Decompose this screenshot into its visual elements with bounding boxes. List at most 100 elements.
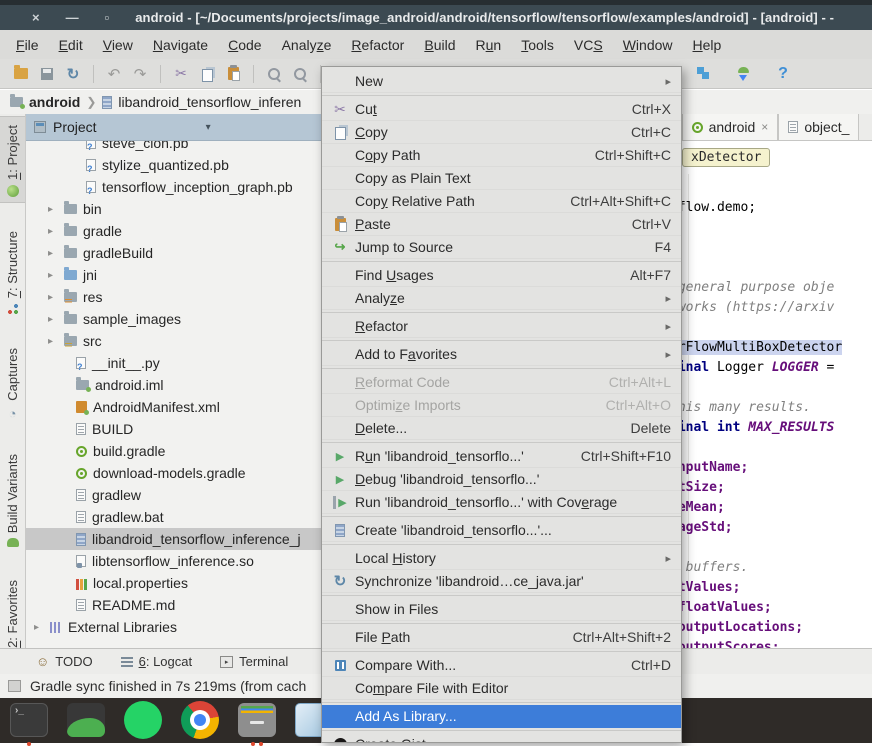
menu-run[interactable]: Run (466, 37, 512, 53)
context-menu-item-copy-path[interactable]: Copy PathCtrl+Shift+C (322, 144, 681, 167)
toolwindow-tab-6-logcat[interactable]: 6: Logcat (121, 654, 193, 669)
context-menu-item-local-history[interactable]: Local History▸ (322, 547, 681, 570)
run-android-button[interactable] (730, 62, 756, 86)
taskbar-app-archive[interactable] (238, 703, 276, 739)
project-view-icon (34, 121, 46, 133)
toolwindow-toggle-icon[interactable] (8, 680, 21, 692)
menu-shortcut: Ctrl+C (631, 124, 671, 140)
context-menu-item-jump-to-source[interactable]: ↪Jump to SourceF4 (322, 236, 681, 259)
window-minimize-button[interactable]: — (66, 10, 79, 25)
toolwindow-tab-terminal[interactable]: Terminal (220, 654, 288, 669)
stripe-tab-7-structure[interactable]: 7: Structure (0, 223, 25, 320)
context-menu-item-run-libandroid-tensorflo-with-coverage[interactable]: ▶Run 'libandroid_tensorflo...' with Cove… (322, 491, 681, 514)
menu-icon-slot: ▶ (330, 450, 350, 463)
save-button[interactable] (34, 62, 60, 86)
redo-button[interactable]: ↷ (127, 62, 153, 86)
context-menu-item-create-libandroid-tensorflo[interactable]: Create 'libandroid_tensorflo...'... (322, 519, 681, 542)
tree-expand-arrow[interactable]: ▸ (48, 336, 58, 347)
undo-button[interactable]: ↶ (101, 62, 127, 86)
context-menu-item-add-as-library[interactable]: Add As Library... (322, 705, 681, 728)
context-menu-label: Show in Files (355, 601, 438, 617)
taskbar-app-terminal[interactable] (10, 703, 48, 739)
context-menu-item-add-to-favorites[interactable]: Add to Favorites▸ (322, 343, 681, 366)
context-menu-item-compare-with[interactable]: Compare With...Ctrl+D (322, 654, 681, 677)
context-menu-item-new[interactable]: New▸ (322, 70, 681, 93)
context-menu-item-create-gist[interactable]: Create Gist... (322, 733, 681, 743)
context-menu-item-paste[interactable]: PasteCtrl+V (322, 213, 681, 236)
menu-edit[interactable]: Edit (49, 37, 93, 53)
context-menu-item-copy-as-plain-text[interactable]: Copy as Plain Text (322, 167, 681, 190)
breadcrumb-file[interactable]: libandroid_tensorflow_inferen (118, 94, 301, 110)
tree-expand-arrow[interactable]: ▸ (48, 270, 58, 281)
open-folder-button[interactable] (8, 62, 34, 86)
menu-analyze[interactable]: Analyze (272, 37, 342, 53)
find-button[interactable] (261, 62, 287, 86)
context-menu-label: Cut (355, 101, 377, 117)
context-menu-item-copy[interactable]: CopyCtrl+C (322, 121, 681, 144)
context-menu-item-cut[interactable]: ✂CutCtrl+X (322, 98, 681, 121)
submenu-arrow-icon: ▸ (665, 348, 671, 361)
tree-expand-arrow[interactable]: ▸ (34, 622, 44, 633)
menu-file[interactable]: File (6, 37, 49, 53)
context-menu-item-synchronize-libandroid-ce-java-jar[interactable]: ↻Synchronize 'libandroid…ce_java.jar' (322, 570, 681, 593)
stripe-tab-1-project[interactable]: 1: Project (0, 116, 25, 203)
menu-icon-slot: ▶ (330, 496, 350, 509)
context-menu-label: Create Gist... (355, 736, 437, 743)
window-close-button[interactable]: × (32, 10, 40, 25)
menu-view[interactable]: View (93, 37, 143, 53)
context-menu-item-delete[interactable]: Delete...Delete (322, 417, 681, 440)
menu-code[interactable]: Code (218, 37, 271, 53)
context-menu-item-analyze[interactable]: Analyze▸ (322, 287, 681, 310)
context-menu-item-find-usages[interactable]: Find UsagesAlt+F7 (322, 264, 681, 287)
tree-expand-arrow[interactable]: ▸ (48, 248, 58, 259)
context-menu-item-run-libandroid-tensorflo[interactable]: ▶Run 'libandroid_tensorflo...'Ctrl+Shift… (322, 445, 681, 468)
toolwindow-tab-label: 6: Logcat (139, 654, 193, 669)
context-menu-item-optimize-imports[interactable]: Optimize ImportsCtrl+Alt+O (322, 394, 681, 417)
tree-expand-arrow[interactable]: ▸ (48, 292, 58, 303)
menu-help[interactable]: Help (683, 37, 732, 53)
menu-refactor[interactable]: Refactor (341, 37, 414, 53)
stripe-tab-captures[interactable]: Captures◔ (0, 340, 25, 426)
code-line: final int MAX_RESULTS (670, 420, 872, 440)
menu-navigate[interactable]: Navigate (143, 37, 218, 53)
context-menu-item-reformat-code[interactable]: Reformat CodeCtrl+Alt+L (322, 371, 681, 394)
menu-build[interactable]: Build (414, 37, 465, 53)
breadcrumb-project[interactable]: android (29, 94, 80, 110)
context-menu-item-debug-libandroid-tensorflo[interactable]: ▶Debug 'libandroid_tensorflo...' (322, 468, 681, 491)
replace-button[interactable] (287, 62, 313, 86)
context-menu-label: File Path (355, 629, 410, 645)
code-line: tworks (https://arxiv (670, 300, 872, 320)
code-element-chip[interactable]: xDetector (682, 148, 770, 167)
tree-expand-arrow[interactable]: ▸ (48, 314, 58, 325)
taskbar-app-photos[interactable] (67, 703, 105, 739)
structure-icon (7, 303, 19, 315)
copy-button[interactable] (194, 62, 220, 86)
run-icon: ▶ (336, 450, 344, 463)
menu-vcs[interactable]: VCS (564, 37, 613, 53)
taskbar-app-chrome[interactable] (181, 703, 219, 739)
context-menu-item-show-in-files[interactable]: Show in Files (322, 598, 681, 621)
xml-icon (76, 401, 87, 413)
menu-tools[interactable]: Tools (511, 37, 564, 53)
sync-button[interactable]: ↻ (60, 62, 86, 86)
tree-expand-arrow[interactable]: ▸ (48, 204, 58, 215)
context-menu-item-refactor[interactable]: Refactor▸ (322, 315, 681, 338)
toolwindow-tab-todo[interactable]: ☺TODO (36, 654, 93, 669)
menu-window[interactable]: Window (613, 37, 683, 53)
tree-expand-arrow[interactable]: ▸ (48, 226, 58, 237)
editor-tab-object[interactable]: object_ (778, 114, 859, 140)
tab-close-icon[interactable]: × (761, 120, 768, 134)
editor-tab-android[interactable]: android× (682, 114, 779, 140)
paste-button[interactable] (220, 62, 246, 86)
context-menu-item-copy-relative-path[interactable]: Copy Relative PathCtrl+Alt+Shift+C (322, 190, 681, 213)
context-menu-item-file-path[interactable]: File PathCtrl+Alt+Shift+2 (322, 626, 681, 649)
window-maximize-button[interactable]: ▫ (105, 10, 110, 25)
cut-button[interactable]: ✂ (168, 62, 194, 86)
chevron-down-icon[interactable]: ▾ (206, 122, 211, 133)
help-button[interactable]: ? (770, 62, 796, 86)
taskbar-app-whatsapp[interactable] (124, 703, 162, 739)
context-menu-item-compare-file-with-editor[interactable]: Compare File with Editor (322, 677, 681, 700)
terminal-icon (220, 656, 233, 668)
stripe-tab-build-variants[interactable]: Build Variants (0, 446, 25, 552)
layout-button[interactable] (690, 62, 716, 86)
